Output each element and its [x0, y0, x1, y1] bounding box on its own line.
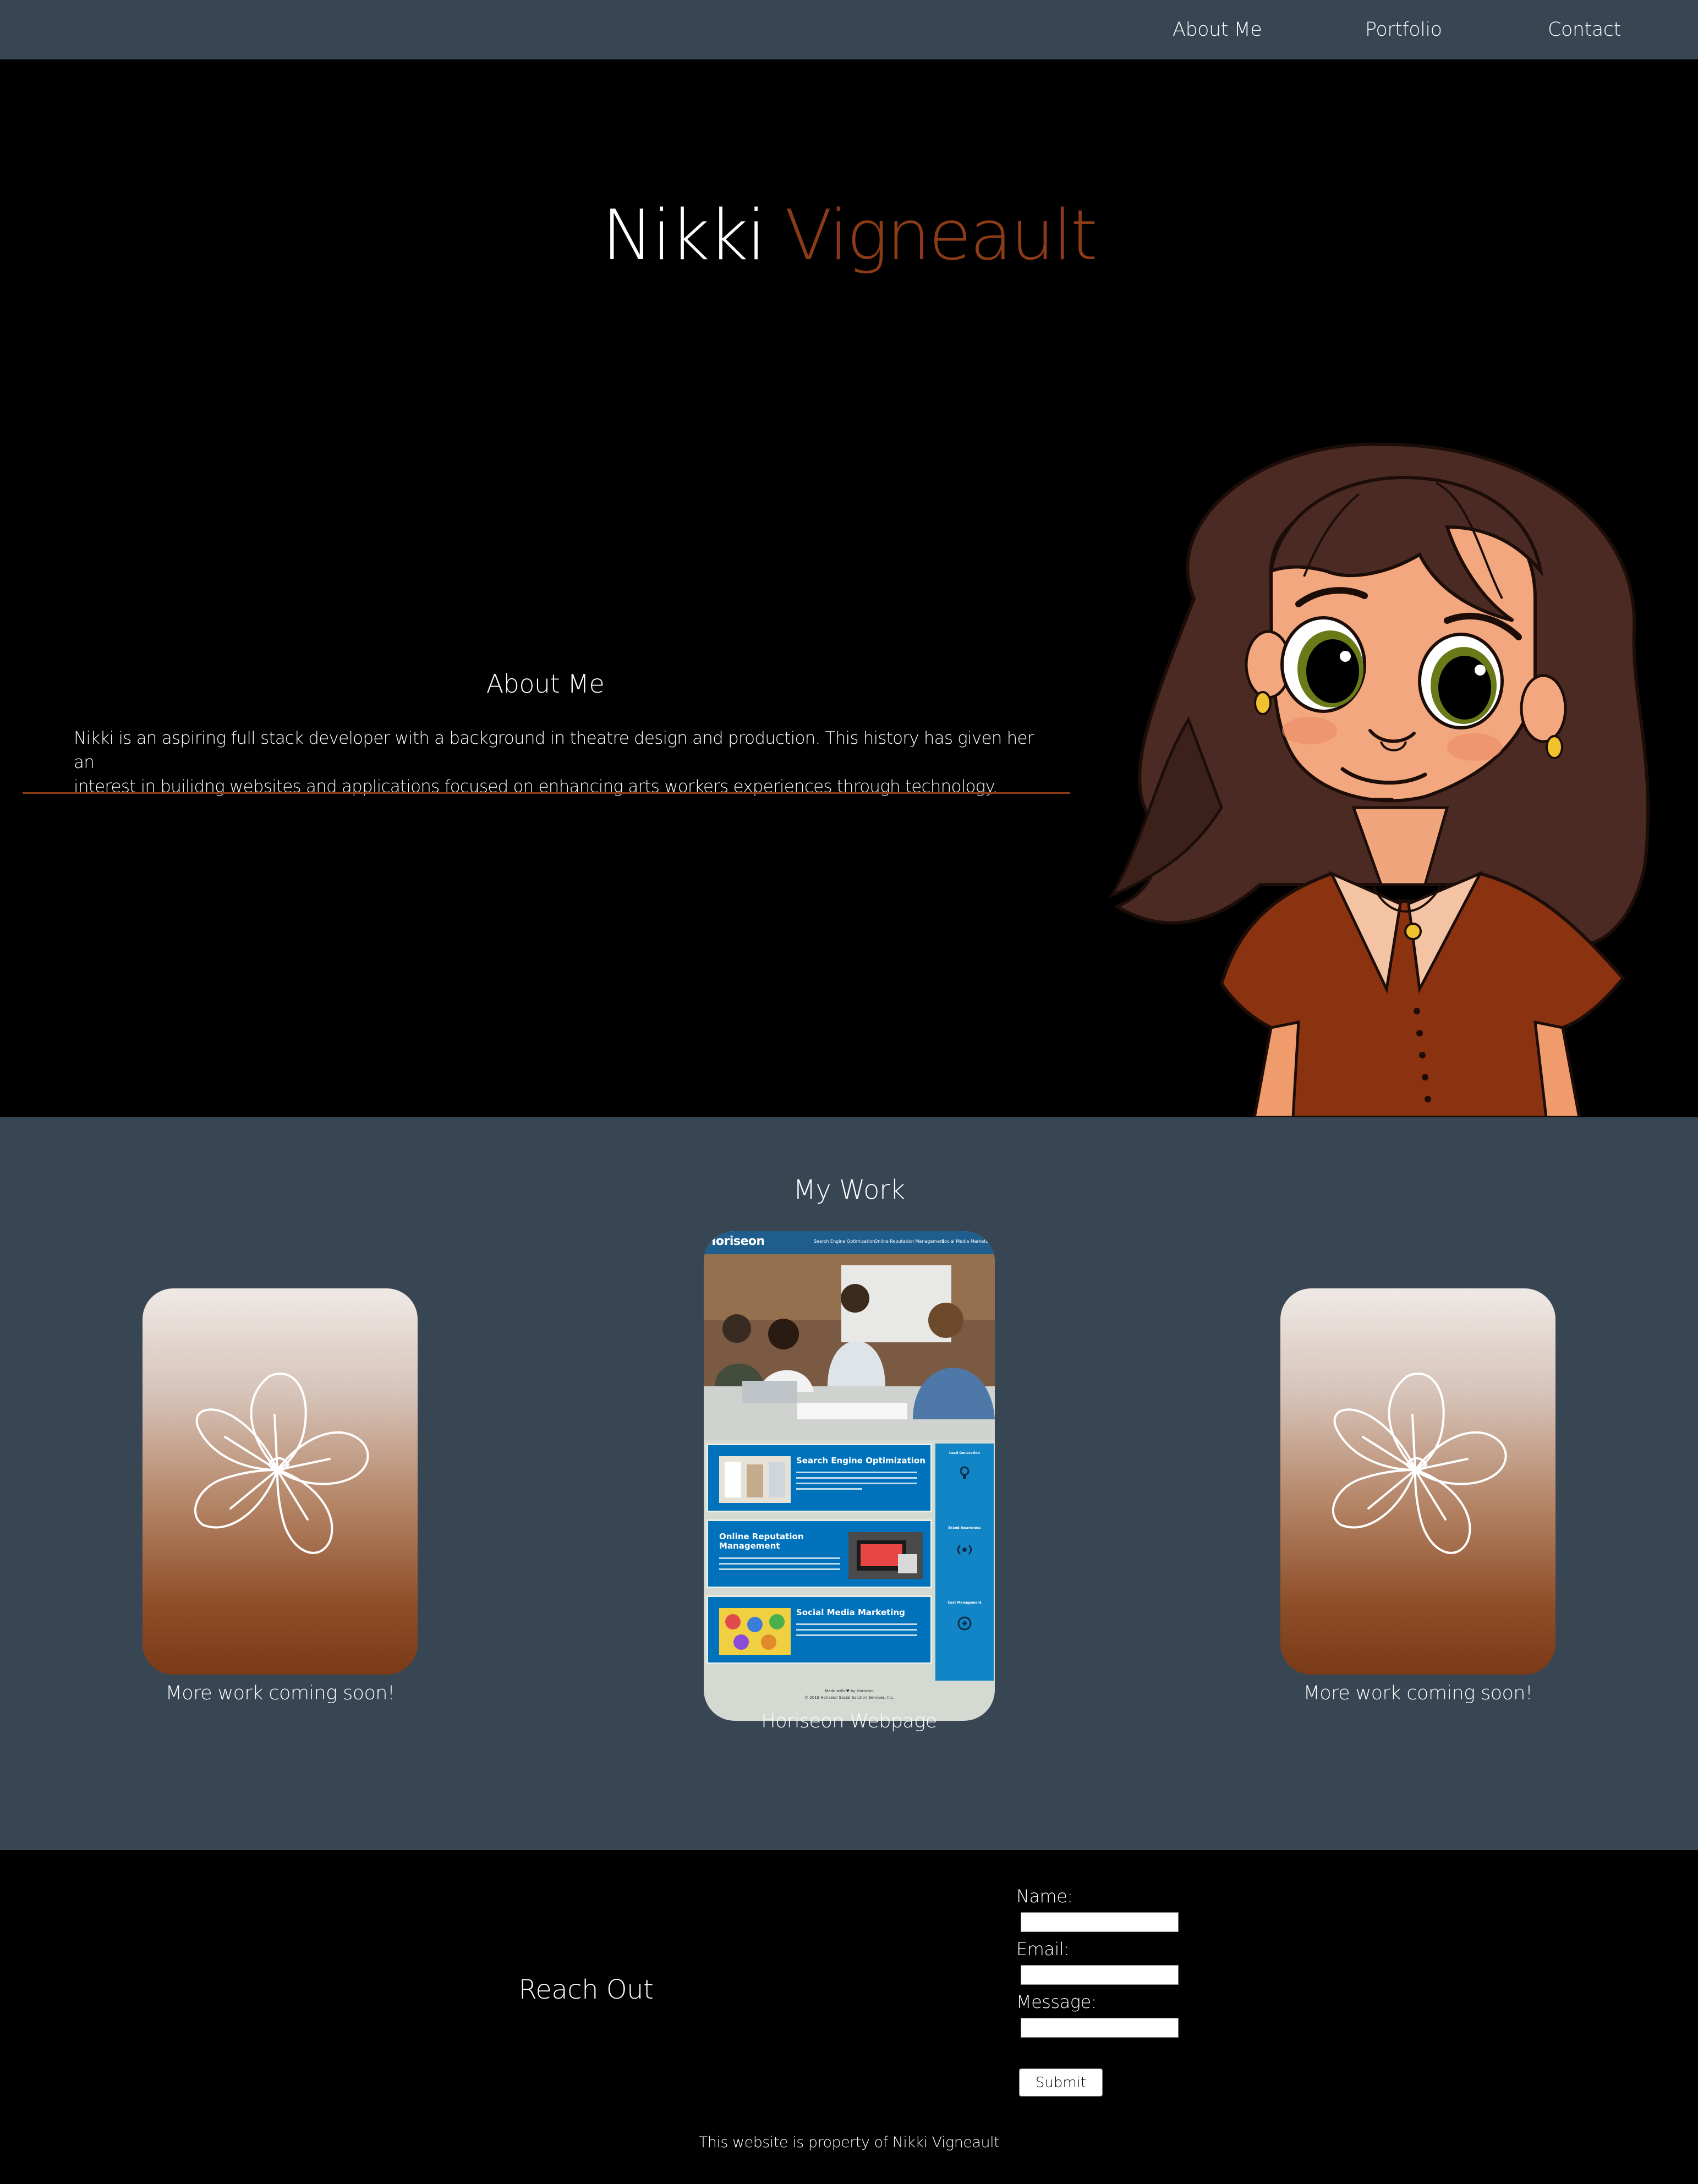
page-title: Nikki Vigneault: [0, 191, 1698, 279]
flower-icon: [1332, 1372, 1507, 1554]
about-divider: [23, 792, 1070, 794]
nav-link-portfolio[interactable]: Portfolio: [1365, 15, 1442, 44]
preview-menu-item: Social Media Marketing: [941, 1239, 993, 1244]
preview-thumbnail: [719, 1456, 791, 1503]
preview-sidebar-title: Lead Generation: [949, 1451, 980, 1455]
preview-footer-text: Made with ♥ by Horiseon: [825, 1689, 874, 1693]
preview-sidebar-title: Cost Management: [947, 1601, 982, 1605]
preview-section: Social Media Marketing: [706, 1595, 932, 1664]
portfolio-card-horiseon[interactable]: Horiseon Search Engine Optimization Onli…: [704, 1231, 995, 1721]
hero-section: Nikki Vigneault About Me Nikki is an asp…: [0, 59, 1698, 1117]
coins-icon: [957, 1616, 972, 1631]
preview-section-title: Search Engine Optimization: [796, 1456, 925, 1466]
message-input[interactable]: [1021, 2018, 1179, 2038]
preview-logo: Horiseon: [706, 1234, 765, 1248]
lightbulb-icon: [960, 1466, 969, 1479]
preview-sidebar: Lead Generation Brand Awareness Cost Man…: [935, 1444, 994, 1681]
portfolio-card-placeholder[interactable]: [143, 1288, 418, 1675]
portfolio-caption: More work coming soon!: [1303, 1682, 1533, 1704]
submit-button[interactable]: Submit: [1019, 2068, 1103, 2097]
preview-section-title: Online Reputation Management: [719, 1532, 804, 1551]
about-text-line: Nikki is an aspiring full stack develope…: [74, 728, 1034, 772]
work-heading: My Work: [793, 1175, 905, 1205]
preview-sidebar-title: Brand Awareness: [948, 1526, 981, 1530]
portfolio-caption: More work coming soon!: [165, 1682, 395, 1704]
preview-section: Online Reputation Management: [706, 1519, 932, 1588]
broadcast-icon: [957, 1544, 972, 1555]
message-label: Message:: [1016, 1991, 1097, 2012]
about-text: Nikki is an aspiring full stack develope…: [74, 726, 1042, 799]
footer-text: This website is property of Nikki Vignea…: [698, 2134, 1000, 2151]
preview-header: Horiseon Search Engine Optimization Onli…: [704, 1231, 995, 1254]
preview-thumbnail: [719, 1608, 791, 1655]
title-last-name: Vigneault: [785, 195, 1098, 276]
preview-menu-item: Online Reputation Management: [874, 1239, 945, 1244]
about-heading: About Me: [486, 669, 605, 699]
email-label: Email:: [1016, 1939, 1070, 1960]
preview-copyright: © 2019 Horiseon Social Solution Services…: [804, 1695, 894, 1700]
nav-link-contact[interactable]: Contact: [1548, 15, 1621, 44]
preview-section: Search Engine Optimization: [706, 1444, 932, 1512]
nav-link-about[interactable]: About Me: [1173, 15, 1262, 44]
about-text-line: interest in builidng websites and applic…: [74, 777, 998, 797]
name-label: Name:: [1016, 1886, 1073, 1907]
title-first-name: Nikki: [601, 195, 766, 276]
portfolio-caption: Horiseon Webpage: [761, 1710, 937, 1732]
preview-menu-item: Search Engine Optimization: [814, 1239, 875, 1244]
preview-hero-image: [704, 1254, 995, 1440]
preview-section-title: Social Media Marketing: [796, 1607, 905, 1617]
top-nav: About Me Portfolio Contact: [0, 0, 1698, 59]
contact-heading: Reach Out: [518, 1974, 654, 2005]
email-input[interactable]: [1021, 1965, 1179, 1985]
avatar-illustration: [1108, 442, 1650, 1117]
preview-thumbnail: [848, 1532, 923, 1579]
name-input[interactable]: [1021, 1912, 1179, 1932]
work-section: My Work More work coming soon! Horiseon …: [0, 1117, 1698, 1850]
contact-section: Reach Out Name: Email: Message: Submit T…: [0, 1850, 1698, 2184]
portfolio-card-placeholder[interactable]: [1280, 1288, 1555, 1675]
flower-icon: [194, 1372, 369, 1554]
